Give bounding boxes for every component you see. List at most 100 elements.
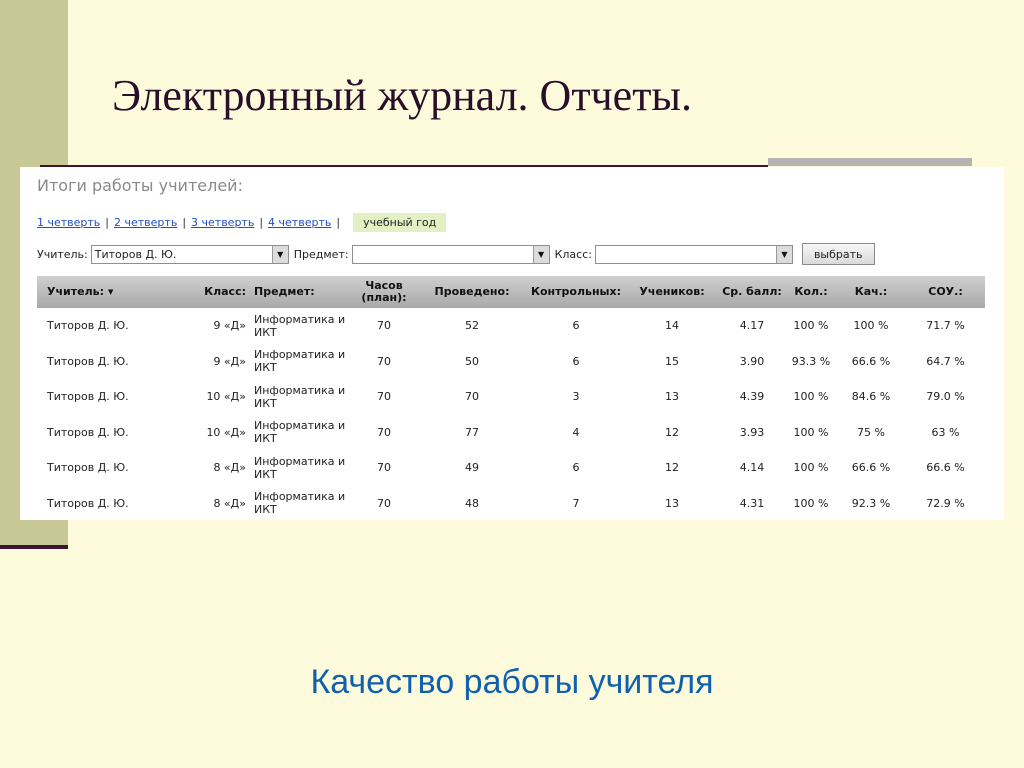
chevron-down-icon[interactable]: ▼	[532, 245, 549, 263]
cell-tests: 6	[572, 319, 580, 333]
cell-teacher: Титоров Д. Ю.	[47, 354, 129, 368]
decorative-rule	[0, 545, 68, 549]
cell-tests: 4	[572, 425, 580, 439]
tab-quarter-2[interactable]: 2 четверть	[114, 216, 177, 229]
cell-quality: 92.3 %	[851, 496, 891, 510]
cell-conducted: 52	[465, 319, 479, 333]
cell-sou: 72.9 %	[926, 496, 965, 510]
column-header-avg-grade[interactable]: Ср. балл:	[718, 276, 786, 308]
cell-sou: 79.0 %	[926, 390, 965, 404]
cell-sou: 64.7 %	[926, 354, 965, 368]
tab-quarter-3[interactable]: 3 четверть	[191, 216, 254, 229]
column-header-subject[interactable]: Предмет:	[250, 276, 350, 308]
cell-class: 9 «Д»	[213, 319, 246, 333]
tab-separator: |	[259, 215, 264, 229]
cell-avg-grade: 3.90	[739, 354, 765, 368]
class-select[interactable]: ▼	[594, 244, 793, 264]
column-header-planned-hours[interactable]: Часов (план):	[350, 276, 418, 308]
column-header-tests[interactable]: Контрольных:	[526, 276, 626, 308]
cell-class: 10 «Д»	[206, 425, 246, 439]
cell-students: 12	[665, 461, 679, 475]
tab-separator: |	[336, 215, 341, 229]
cell-count: 100 %	[793, 390, 829, 404]
cell-tests: 3	[572, 390, 580, 404]
sort-down-icon: ▼	[108, 288, 114, 296]
cell-teacher: Титоров Д. Ю.	[47, 425, 129, 439]
cell-subject: Информатика и ИКТ	[254, 454, 346, 481]
teacher-label: Учитель:	[37, 247, 88, 261]
teacher-select[interactable]: Титоров Д. Ю. ▼	[90, 244, 289, 264]
column-header-label: Учитель:	[47, 285, 104, 298]
cell-tests: 6	[572, 354, 580, 368]
cell-subject: Информатика и ИКТ	[254, 419, 346, 446]
cell-planned-hours: 70	[377, 354, 391, 368]
tab-separator: |	[105, 215, 110, 229]
cell-avg-grade: 4.14	[739, 461, 765, 475]
teacher-select-value: Титоров Д. Ю.	[94, 247, 177, 261]
tab-separator: |	[182, 215, 187, 229]
cell-tests: 7	[572, 496, 580, 510]
cell-count: 100 %	[793, 496, 829, 510]
cell-conducted: 49	[465, 461, 479, 475]
cell-teacher: Титоров Д. Ю.	[47, 496, 129, 510]
subject-select[interactable]: ▼	[351, 244, 550, 264]
cell-sou: 63 %	[931, 425, 960, 439]
column-header-count[interactable]: Кол.:	[786, 276, 836, 308]
column-header-conducted[interactable]: Проведено:	[418, 276, 526, 308]
class-label: Класс:	[554, 247, 592, 261]
cell-quality: 66.6 %	[851, 461, 891, 475]
cell-avg-grade: 4.17	[739, 319, 765, 333]
cell-class: 8 «Д»	[213, 496, 246, 510]
cell-sou: 71.7 %	[926, 319, 965, 333]
tab-quarter-1[interactable]: 1 четверть	[37, 216, 100, 229]
report-heading: Итоги работы учителей:	[37, 176, 243, 195]
cell-quality: 84.6 %	[851, 390, 891, 404]
cell-class: 9 «Д»	[213, 354, 246, 368]
cell-teacher: Титоров Д. Ю.	[47, 390, 129, 404]
column-header-teacher[interactable]: Учитель: ▼	[37, 276, 185, 308]
cell-students: 13	[665, 496, 679, 510]
tab-school-year[interactable]: учебный год	[353, 212, 447, 232]
cell-count: 100 %	[793, 319, 829, 333]
cell-count: 93.3 %	[791, 354, 831, 368]
cell-quality: 75 %	[857, 425, 885, 439]
cell-planned-hours: 70	[377, 425, 391, 439]
report-screenshot: Итоги работы учителей: 1 четверть | 2 че…	[20, 167, 1004, 520]
chevron-down-icon[interactable]: ▼	[271, 245, 288, 263]
column-header-quality[interactable]: Кач.:	[836, 276, 906, 308]
tab-quarter-4[interactable]: 4 четверть	[268, 216, 331, 229]
chevron-down-icon[interactable]: ▼	[775, 245, 792, 263]
subject-label: Предмет:	[293, 247, 349, 261]
cell-students: 13	[665, 390, 679, 404]
cell-subject: Информатика и ИКТ	[254, 383, 346, 410]
cell-planned-hours: 70	[377, 496, 391, 510]
cell-avg-grade: 4.39	[739, 390, 765, 404]
table-row: Титоров Д. Ю. 8 «Д» Информатика и ИКТ 70…	[37, 450, 985, 486]
cell-planned-hours: 70	[377, 461, 391, 475]
submit-button[interactable]: выбрать	[801, 243, 875, 265]
cell-conducted: 48	[465, 496, 479, 510]
table-row: Титоров Д. Ю. 9 «Д» Информатика и ИКТ 70…	[37, 344, 985, 380]
cell-conducted: 50	[465, 354, 479, 368]
column-header-sou[interactable]: СОУ.:	[906, 276, 985, 308]
table-header-row: Учитель: ▼ Класс: Предмет: Часов (план): …	[37, 276, 985, 308]
cell-quality: 66.6 %	[851, 354, 891, 368]
cell-conducted: 77	[465, 425, 479, 439]
cell-sou: 66.6 %	[926, 461, 965, 475]
column-header-class[interactable]: Класс:	[185, 276, 250, 308]
filter-bar: Учитель: Титоров Д. Ю. ▼ Предмет: ▼ Клас…	[37, 242, 875, 266]
cell-planned-hours: 70	[377, 390, 391, 404]
cell-avg-grade: 4.31	[739, 496, 765, 510]
period-tabs: 1 четверть | 2 четверть | 3 четверть | 4…	[37, 212, 447, 232]
cell-students: 15	[665, 354, 679, 368]
report-table: Учитель: ▼ Класс: Предмет: Часов (план): …	[37, 276, 985, 520]
cell-quality: 100 %	[853, 319, 889, 333]
cell-subject: Информатика и ИКТ	[254, 312, 346, 339]
column-header-students[interactable]: Учеников:	[626, 276, 718, 308]
cell-teacher: Титоров Д. Ю.	[47, 319, 129, 333]
slide-title: Электронный журнал. Отчеты.	[112, 71, 692, 120]
cell-subject: Информатика и ИКТ	[254, 348, 346, 375]
cell-count: 100 %	[793, 461, 829, 475]
table-row: Титоров Д. Ю. 10 «Д» Информатика и ИКТ 7…	[37, 379, 985, 415]
table-row: Титоров Д. Ю. 10 «Д» Информатика и ИКТ 7…	[37, 415, 985, 451]
